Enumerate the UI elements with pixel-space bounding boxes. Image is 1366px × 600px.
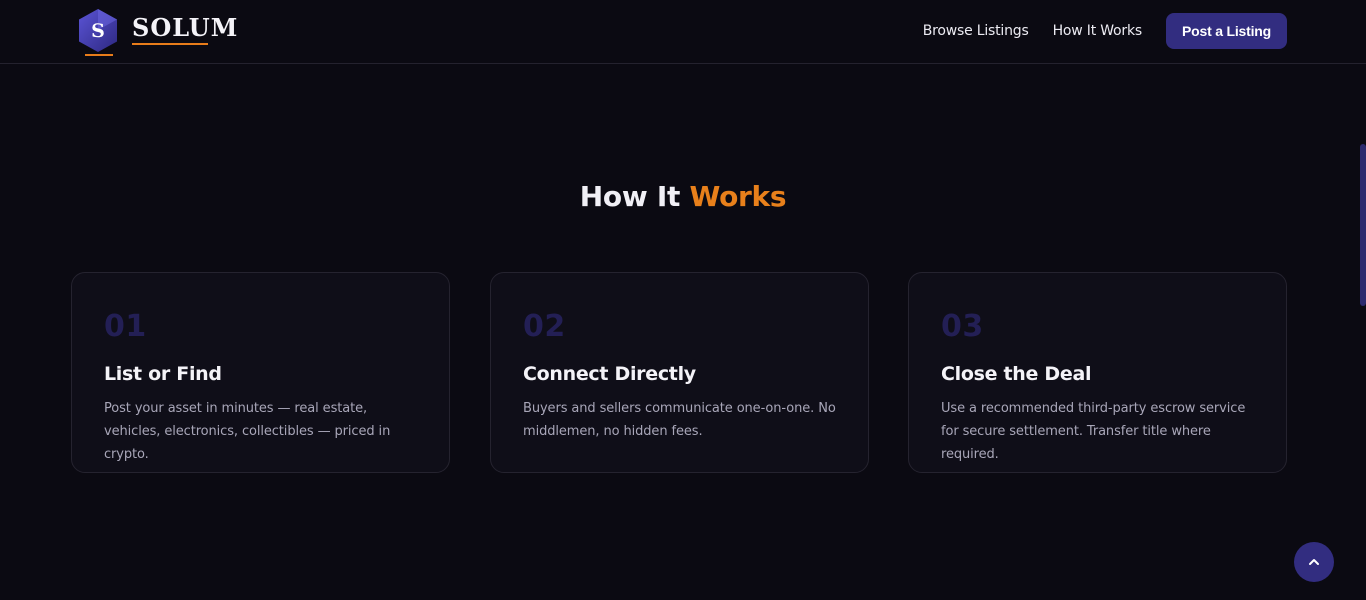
step-number: 03 — [941, 309, 984, 344]
hexagon-logo-shape: S — [79, 9, 117, 52]
section-title: How It Works — [0, 180, 1366, 213]
page: S SOLUM Browse Listings How It Works Pos… — [0, 0, 1366, 600]
section-title-main: How It — [579, 180, 681, 213]
scrollbar-thumb[interactable] — [1360, 144, 1366, 306]
step-title: Close the Deal — [941, 363, 1092, 385]
chevron-up-icon — [1309, 559, 1319, 565]
nav-how-it-works[interactable]: How It Works — [1053, 23, 1143, 39]
step-card-2: 02 Connect Directly Buyers and sellers c… — [490, 272, 869, 473]
brand-logo-link[interactable]: S SOLUM — [78, 8, 238, 58]
nav-browse-listings[interactable]: Browse Listings — [923, 23, 1029, 39]
step-number: 02 — [523, 309, 566, 344]
logo-underline — [85, 54, 113, 56]
logo-letter: S — [91, 20, 105, 42]
step-number: 01 — [104, 309, 147, 344]
step-title: List or Find — [104, 363, 222, 385]
site-header: S SOLUM Browse Listings How It Works Pos… — [0, 0, 1366, 64]
section-title-accent: Works — [689, 180, 787, 213]
step-card-3: 03 Close the Deal Use a recommended thir… — [908, 272, 1287, 473]
step-description: Post your asset in minutes — real estate… — [104, 401, 391, 462]
back-to-top-button[interactable] — [1294, 542, 1334, 582]
main-nav: Browse Listings How It Works Post a List… — [923, 13, 1287, 49]
step-description: Buyers and sellers communicate one-on-on… — [523, 401, 836, 439]
step-title: Connect Directly — [523, 363, 696, 385]
step-card-1: 01 List or Find Post your asset in minut… — [71, 272, 450, 473]
hexagon-logo-icon: S — [78, 8, 120, 56]
steps-grid: 01 List or Find Post your asset in minut… — [71, 272, 1287, 473]
post-listing-button[interactable]: Post a Listing — [1166, 13, 1287, 49]
brand-name: SOLUM — [132, 13, 239, 45]
step-description: Use a recommended third-party escrow ser… — [941, 401, 1246, 462]
